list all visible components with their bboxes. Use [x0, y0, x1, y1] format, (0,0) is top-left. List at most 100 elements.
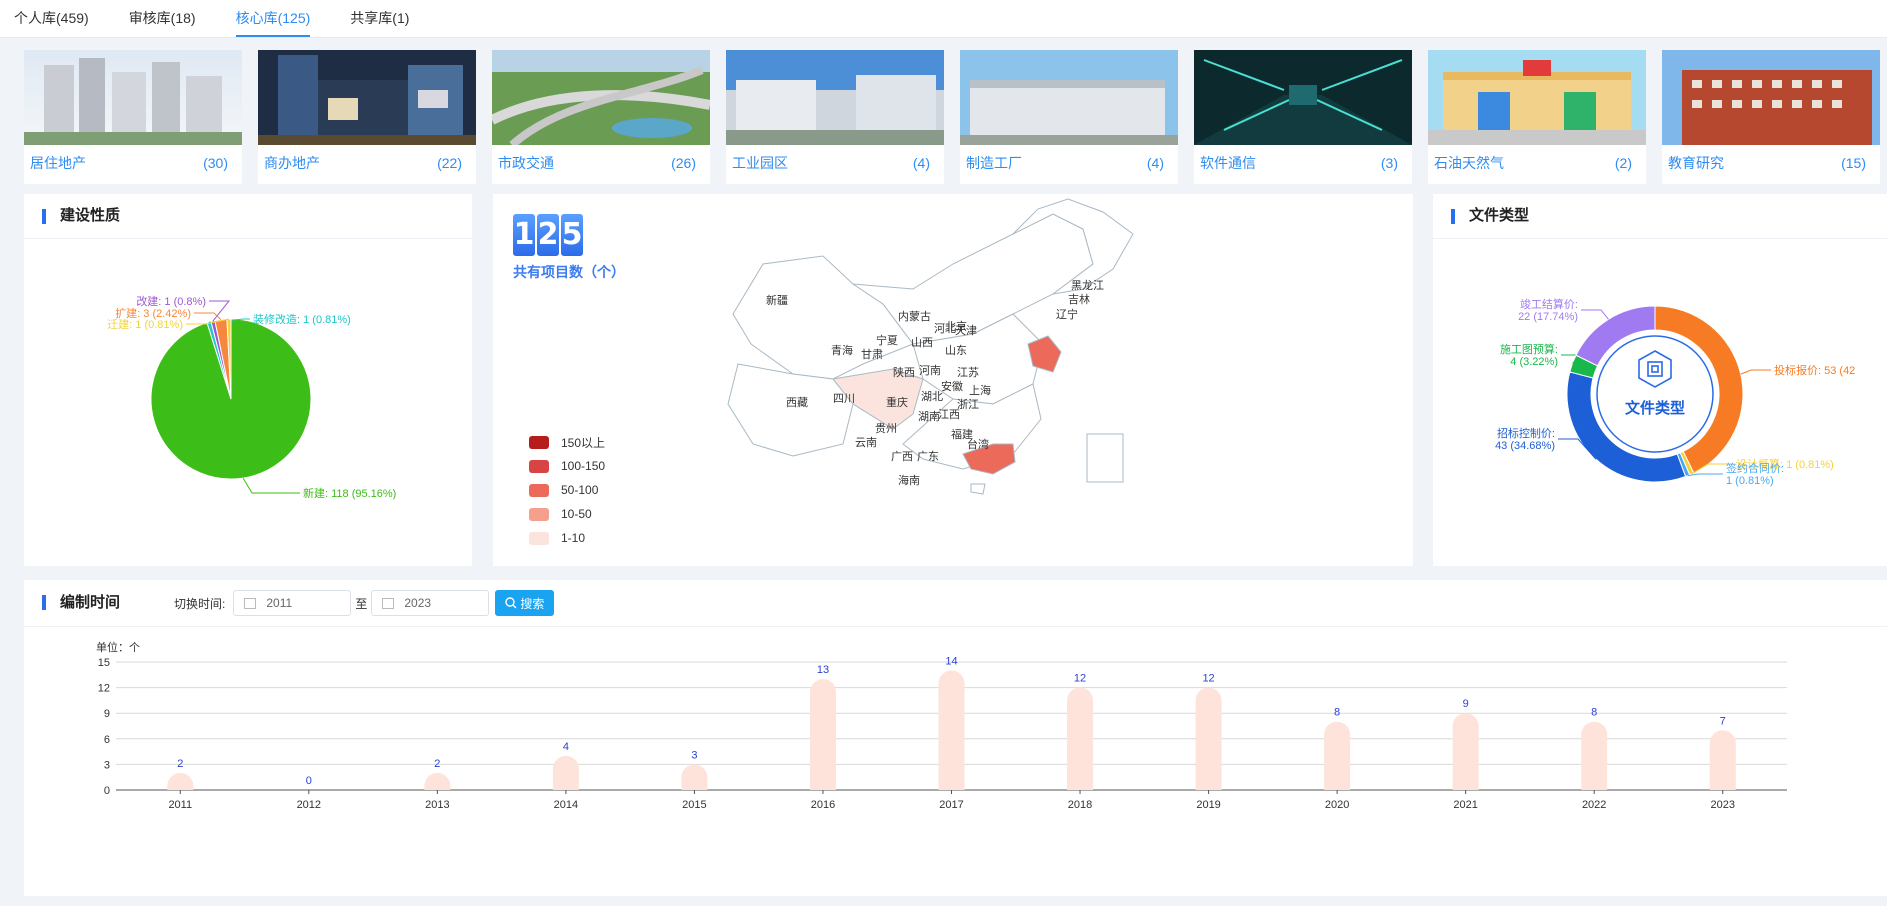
x-tick-label: 2019 [1196, 799, 1220, 811]
category-card-oil-gas[interactable]: 石油天然气 (2) [1428, 50, 1646, 184]
industrial-park-image [726, 50, 944, 145]
x-tick-label: 2013 [425, 799, 449, 811]
pie-slice-label: 签约合同价: [1726, 461, 1784, 475]
bar[interactable] [167, 772, 194, 790]
bar[interactable] [552, 755, 579, 790]
start-year-input[interactable]: 2011 [233, 590, 352, 616]
map-region-hainan [970, 483, 986, 495]
category-card-commercial[interactable]: 商办地产 (22) [258, 50, 476, 184]
province-label: 江苏 [957, 366, 979, 379]
category-card-education[interactable]: 教育研究 (15) [1662, 50, 1880, 184]
province-label: 辽宁 [1056, 307, 1078, 321]
bar-value-label: 13 [817, 664, 829, 676]
bar[interactable] [809, 679, 836, 790]
pie-slice-label: 22 (17.74%) [1518, 311, 1578, 323]
pie-slice-label: 新建: 118 (95.16%) [303, 486, 396, 500]
category-count: (3) [1380, 155, 1398, 171]
bar[interactable] [424, 772, 451, 790]
province-label: 山东 [945, 344, 967, 357]
tab-review[interactable]: 审核库(18) [129, 0, 196, 37]
province-label: 浙江 [957, 398, 979, 411]
province-label: 西藏 [786, 396, 808, 409]
pie-slice-label: 迁建: 1 (0.81%) [107, 317, 183, 331]
province-label: 吉林 [1068, 292, 1090, 306]
pie-label-line [242, 477, 300, 494]
province-label: 黑龙江 [1071, 279, 1104, 292]
bar[interactable] [938, 670, 965, 790]
province-label: 上海 [969, 383, 991, 397]
file-type-title: 文件类型 [1433, 194, 1887, 239]
bar-value-label: 14 [945, 656, 957, 668]
province-label: 湖北 [921, 390, 943, 403]
province-label: 内蒙古 [898, 309, 931, 323]
category-count: (26) [671, 155, 696, 171]
category-card-software[interactable]: 软件通信 (3) [1194, 50, 1412, 184]
x-tick-label: 2014 [554, 799, 578, 811]
pie-slice-label: 1 (0.81%) [1726, 475, 1774, 487]
bar-value-label: 4 [563, 741, 569, 753]
y-tick-label: 6 [104, 734, 110, 746]
province-label: 江西 [938, 408, 960, 421]
bar-value-label: 8 [1591, 707, 1597, 719]
tab-personal[interactable]: 个人库(459) [14, 0, 89, 37]
province-label: 新疆 [766, 293, 788, 307]
category-name: 工业园区 [732, 155, 788, 171]
education-image [1662, 50, 1880, 145]
map-inset-south-china-sea [1086, 433, 1124, 483]
category-card-transport[interactable]: 市政交通 (26) [492, 50, 710, 184]
china-map[interactable]: 新疆 西藏 青海 甘肃 内蒙古 黑龙江 吉林 辽宁 宁夏 山西 河北 北京 天津… [493, 194, 1413, 566]
province-label: 天津 [955, 324, 977, 337]
donut-center-label: 文件类型 [1625, 399, 1685, 417]
end-year-value: 2023 [404, 596, 432, 610]
province-label: 云南 [855, 436, 877, 449]
bar[interactable] [681, 764, 708, 790]
software-image [1194, 50, 1412, 145]
province-label: 宁夏 [876, 333, 898, 347]
category-count: (2) [1614, 155, 1632, 171]
library-tabs: 个人库(459) 审核库(18) 核心库(125) 共享库(1) [0, 0, 1887, 38]
bar-value-label: 0 [306, 775, 312, 787]
compile-time-panel: 编制时间 切换时间: 2011 至 2023 搜索 单位：个 0 3 6 9 12 15 2 2… [24, 580, 1887, 896]
x-tick-label: 2012 [297, 799, 321, 811]
province-label: 重庆 [886, 395, 908, 409]
factory-image [960, 50, 1178, 145]
category-name: 石油天然气 [1434, 155, 1504, 171]
province-label: 贵州 [875, 422, 897, 435]
province-label: 河南 [919, 364, 941, 377]
bar[interactable] [1195, 687, 1222, 790]
x-tick-label: 2023 [1710, 799, 1734, 811]
pie-label-line [1687, 473, 1723, 477]
start-year-value: 2011 [266, 596, 293, 610]
tab-shared[interactable]: 共享库(1) [350, 0, 409, 37]
search-button[interactable]: 搜索 [495, 590, 555, 616]
bar[interactable] [1067, 687, 1094, 790]
bar[interactable] [1324, 721, 1351, 790]
bar[interactable] [1709, 730, 1736, 790]
y-tick-label: 9 [104, 708, 110, 720]
x-tick-label: 2021 [1453, 799, 1477, 811]
pie-label-line [1581, 309, 1609, 320]
file-type-panel: 文件类型 投标报价: 53 (42 设计概算: 1 (0.81%) 签约合同价: 1 … [1433, 194, 1887, 566]
pie-slice-label: 施工图预算: [1500, 342, 1558, 356]
oil-gas-image [1428, 50, 1646, 145]
y-tick-label: 3 [104, 759, 110, 771]
category-card-residential[interactable]: 居住地产 (30) [24, 50, 242, 184]
file-type-donut-chart: 投标报价: 53 (42设计概算: 1 (0.81%)签约合同价:1 (0.81… [1495, 297, 1855, 487]
end-year-input[interactable]: 2023 [371, 590, 490, 616]
bar[interactable] [1452, 713, 1479, 790]
category-count: (30) [203, 155, 228, 171]
tab-core[interactable]: 核心库(125) [235, 0, 311, 37]
category-count: (4) [912, 155, 930, 171]
category-card-industrial-park[interactable]: 工业园区 (4) [726, 50, 944, 184]
y-axis-unit-label: 单位：个 [96, 640, 140, 654]
calendar-icon [382, 597, 395, 609]
date-range-separator: 至 [355, 596, 368, 611]
province-label: 广西 [891, 450, 913, 463]
bar[interactable] [1581, 721, 1608, 790]
category-card-factory[interactable]: 制造工厂 (4) [960, 50, 1178, 184]
pie-slice-label: 4 (3.22%) [1510, 356, 1558, 368]
category-name: 教育研究 [1668, 155, 1724, 171]
x-tick-label: 2015 [682, 799, 706, 811]
time-filter: 切换时间: 2011 至 2023 搜索 [174, 590, 555, 616]
pie-slice-label: 招标控制价: [1497, 426, 1555, 440]
